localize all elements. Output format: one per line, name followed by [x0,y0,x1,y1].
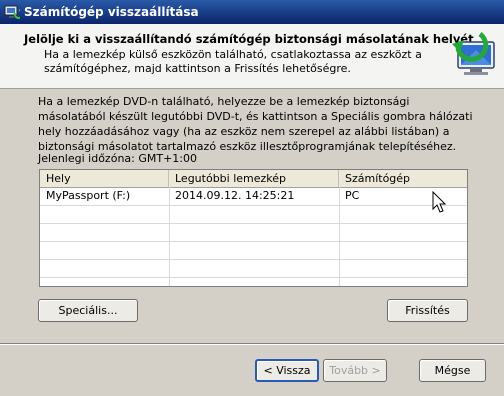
back-button[interactable]: < Vissza [255,359,319,382]
grid-line [40,223,467,224]
header-subtitle: Ha a lemezkép külső eszközön található, … [44,48,422,75]
divider [0,343,504,345]
header-title: Jelölje ki a visszaállítandó számítógép … [24,32,474,46]
cell-latest-image: 2014.09.12. 14:25:21 [175,189,295,202]
cancel-button[interactable]: Mégse [419,359,486,382]
grid-line [40,259,467,260]
cell-location: MyPassport (F:) [46,189,131,202]
refresh-button[interactable]: Frissítés [387,299,468,322]
backup-location-table[interactable]: Hely Legutóbbi lemezkép Számítógép MyPas… [39,169,468,287]
table-row[interactable]: MyPassport (F:) 2014.09.12. 14:25:21 PC [40,187,467,205]
computer-restore-icon [452,31,495,75]
timezone-label: Jelenlegi időzóna: GMT+1:00 [38,152,198,165]
window-title: Számítógép visszaállítása [24,5,199,19]
restore-computer-window: Számítógép visszaállítása Jelölje ki a v… [0,0,504,396]
grid-line [40,205,467,206]
title-bar[interactable]: Számítógép visszaállítása [0,0,504,24]
column-header-location[interactable]: Hely [40,170,169,187]
description-text: Ha a lemezkép DVD-n található, helyezze … [38,95,473,153]
column-header-computer[interactable]: Számítógép [339,170,467,187]
mouse-cursor-icon [432,191,447,213]
grid-line [40,277,467,278]
advanced-button[interactable]: Speciális... [38,299,138,322]
grid-line [40,241,467,242]
restore-app-icon [4,5,20,19]
wizard-header: Jelölje ki a visszaállítandó számítógép … [0,24,504,89]
next-button[interactable]: Tovább > [323,359,387,382]
column-header-latest-image[interactable]: Legutóbbi lemezkép [169,170,339,187]
table-header: Hely Legutóbbi lemezkép Számítógép [40,170,467,188]
